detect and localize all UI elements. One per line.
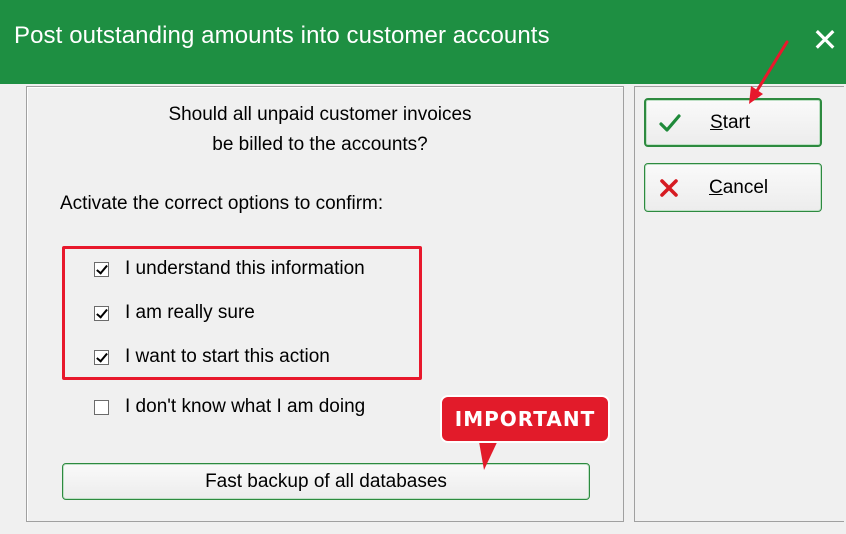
option-start-action-label: I want to start this action xyxy=(125,346,330,367)
option-dont-know-label: I don't know what I am doing xyxy=(125,396,366,417)
title-bar: Post outstanding amounts into customer a… xyxy=(0,0,846,84)
question-text: Should all unpaid customer invoices be b… xyxy=(60,100,580,160)
checkmark-icon xyxy=(659,113,681,132)
window-title: Post outstanding amounts into customer a… xyxy=(14,22,550,49)
fast-backup-button[interactable]: Fast backup of all databases xyxy=(62,463,590,500)
checkbox-start-action[interactable] xyxy=(94,349,109,365)
checkbox-dont-know[interactable] xyxy=(94,399,109,415)
start-label: Start xyxy=(710,111,751,133)
cancel-label: Cancel xyxy=(709,176,769,198)
option-start-action[interactable]: I want to start this action xyxy=(94,346,330,368)
close-icon[interactable]: ✕ xyxy=(810,22,840,58)
important-badge: IMPORTANT xyxy=(440,395,610,443)
option-understand-label: I understand this information xyxy=(125,258,365,279)
start-button[interactable]: Start xyxy=(644,98,822,147)
button-panel xyxy=(634,86,844,522)
instruction-text: Activate the correct options to confirm: xyxy=(60,193,384,214)
option-sure[interactable]: I am really sure xyxy=(94,302,255,324)
checkbox-sure[interactable] xyxy=(94,305,109,321)
option-understand[interactable]: I understand this information xyxy=(94,258,365,280)
option-dont-know[interactable]: I don't know what I am doing xyxy=(94,396,365,418)
checkbox-understand[interactable] xyxy=(94,261,109,277)
question-line-1: Should all unpaid customer invoices xyxy=(168,104,472,125)
cancel-button[interactable]: Cancel xyxy=(644,163,822,212)
option-sure-label: I am really sure xyxy=(125,302,255,323)
red-arrow-icon xyxy=(749,40,789,104)
question-line-2: be billed to the accounts? xyxy=(212,134,428,155)
x-icon xyxy=(660,178,678,197)
